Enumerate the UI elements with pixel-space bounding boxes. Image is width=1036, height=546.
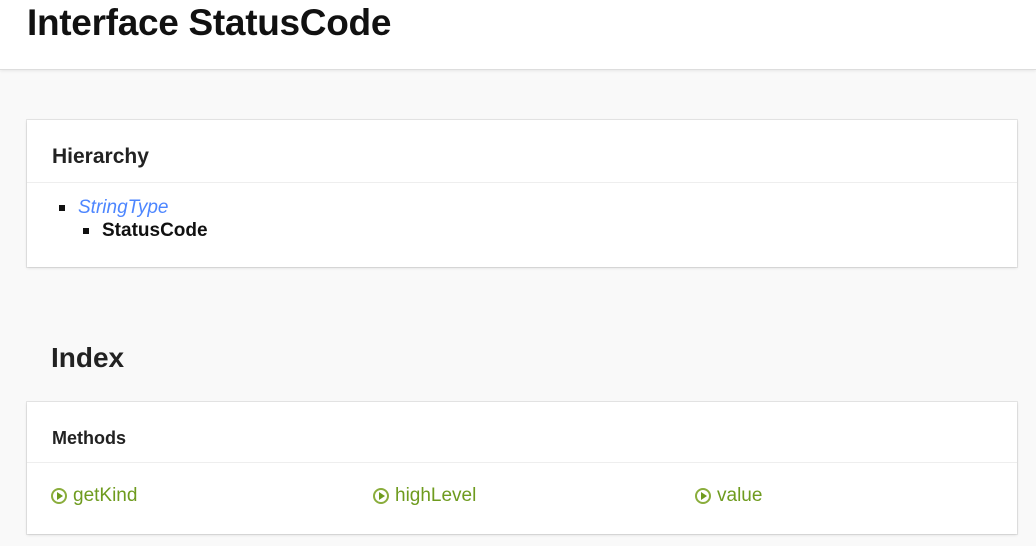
method-link-highlevel[interactable]: highLevel xyxy=(373,485,476,507)
method-icon xyxy=(695,488,711,504)
methods-heading: Methods xyxy=(27,402,1017,463)
method-link-value[interactable]: value xyxy=(695,485,762,507)
page-header: Interface StatusCode xyxy=(0,0,1036,70)
hierarchy-item: StringType StatusCode xyxy=(59,196,1017,242)
hierarchy-panel: Hierarchy StringType StatusCode xyxy=(27,120,1017,267)
method-icon xyxy=(373,488,389,504)
method-label: getKind xyxy=(73,485,138,506)
method-label: highLevel xyxy=(395,485,477,506)
method-label: value xyxy=(717,485,763,506)
hierarchy-item: StatusCode xyxy=(83,219,1017,242)
current-type: StatusCode xyxy=(102,220,208,241)
index-heading: Index xyxy=(51,342,125,373)
hierarchy-heading: Hierarchy xyxy=(27,120,1017,183)
hierarchy-tree: StringType StatusCode xyxy=(27,183,1017,242)
method-icon xyxy=(51,488,67,504)
index-panel: Methods getKind highLevel value xyxy=(27,402,1017,534)
method-link-getkind[interactable]: getKind xyxy=(51,485,137,507)
parent-type-link[interactable]: StringType xyxy=(78,197,168,218)
page-title: Interface StatusCode xyxy=(27,2,392,43)
